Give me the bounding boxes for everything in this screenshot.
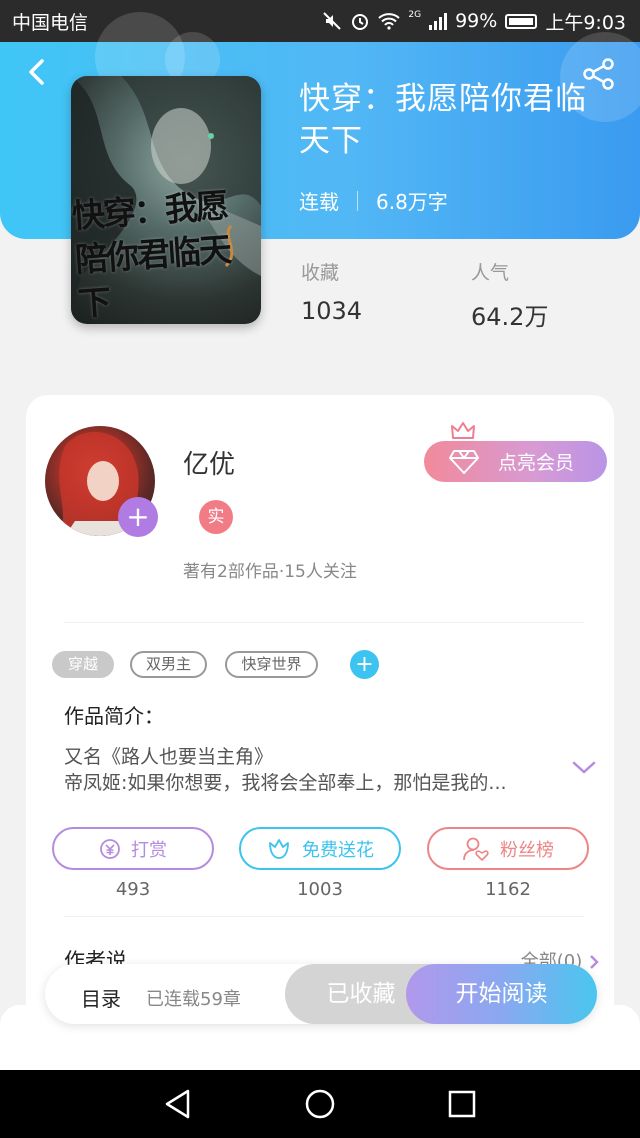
fans-count: 1162 (485, 879, 531, 900)
divider (64, 916, 584, 917)
popularity-value: 64.2万 (471, 303, 549, 331)
flower-count: 1003 (297, 879, 343, 900)
user-heart-icon (463, 837, 489, 861)
chevron-down-icon[interactable] (572, 760, 596, 776)
follow-author-button[interactable]: + (118, 497, 158, 537)
start-reading-button[interactable]: 开始阅读 (406, 964, 597, 1024)
cover-title-text: 快穿：我愿陪你君临天下 (71, 185, 232, 324)
tag-item[interactable]: 快穿世界 (225, 651, 318, 678)
nav-recents-icon[interactable] (448, 1090, 476, 1118)
toc-button[interactable]: 目录 (81, 983, 121, 1012)
flower-icon (269, 838, 289, 859)
signal-icon (429, 12, 448, 30)
system-nav-bar (0, 1070, 640, 1138)
favorites-label: 收藏 (301, 262, 340, 284)
carrier-label: 中国电信 (12, 11, 89, 34)
reward-count: 493 (115, 879, 151, 900)
network-type-label: 2G (408, 9, 422, 20)
book-cover[interactable]: 快穿：我愿陪你君临天下 (71, 76, 261, 324)
serial-status: 连载 (299, 190, 339, 214)
reward-button[interactable]: 打赏 (52, 827, 214, 870)
popularity-stat: 人气 64.2万 (471, 258, 548, 332)
send-flower-button[interactable]: 免费送花 (239, 827, 401, 870)
book-meta: 连载 6.8万字 (299, 186, 448, 215)
author-stats: 著有2部作品·15人关注 (183, 562, 357, 582)
tag-item[interactable]: 双男主 (130, 651, 207, 678)
tag-item[interactable]: 穿越 (52, 651, 114, 678)
send-flower-label: 免费送花 (302, 839, 374, 861)
fans-ranking-label: 粉丝榜 (500, 839, 554, 861)
chapter-count: 已连载59章 (146, 989, 241, 1010)
favorites-stat: 收藏 1034 (301, 258, 362, 325)
book-title: 快穿：我愿陪你君临天下 (299, 81, 587, 159)
diamond-icon (449, 449, 479, 474)
alarm-icon (352, 14, 369, 30)
coin-icon (100, 838, 120, 859)
vip-button[interactable]: 点亮会员 (424, 441, 607, 482)
meta-divider (357, 190, 358, 211)
battery-icon (505, 13, 538, 29)
back-icon[interactable] (22, 57, 52, 87)
nav-back-icon[interactable] (163, 1088, 193, 1120)
nav-home-icon[interactable] (304, 1088, 336, 1120)
favorites-value: 1034 (301, 297, 363, 325)
add-tag-button[interactable]: + (350, 650, 379, 679)
wifi-icon (378, 13, 401, 30)
intro-line-1: 又名《路人也要当主角》 (64, 746, 274, 768)
reward-label: 打赏 (131, 839, 167, 861)
intro-heading: 作品简介： (64, 704, 164, 728)
mute-icon (323, 12, 342, 30)
word-count: 6.8万字 (376, 190, 448, 214)
chevron-right-icon (590, 955, 599, 969)
battery-percent: 99% (455, 10, 498, 32)
author-name: 亿优 (183, 450, 236, 480)
intro-line-2: 帝凤姬:如果你想要，我将会全部奉上，那怕是我的... (64, 772, 507, 794)
fans-ranking-button[interactable]: 粉丝榜 (427, 827, 589, 870)
verified-badge: 实 (199, 500, 233, 534)
divider (64, 622, 584, 623)
clock-time: 上午9:03 (545, 11, 626, 34)
crown-icon (451, 422, 475, 439)
popularity-label: 人气 (471, 262, 510, 284)
status-bar: 中国电信 2G 99% 上午9:03 (0, 0, 640, 42)
status-icons: 2G 99% 上午9:03 (322, 8, 626, 35)
vip-button-label: 点亮会员 (498, 452, 575, 474)
